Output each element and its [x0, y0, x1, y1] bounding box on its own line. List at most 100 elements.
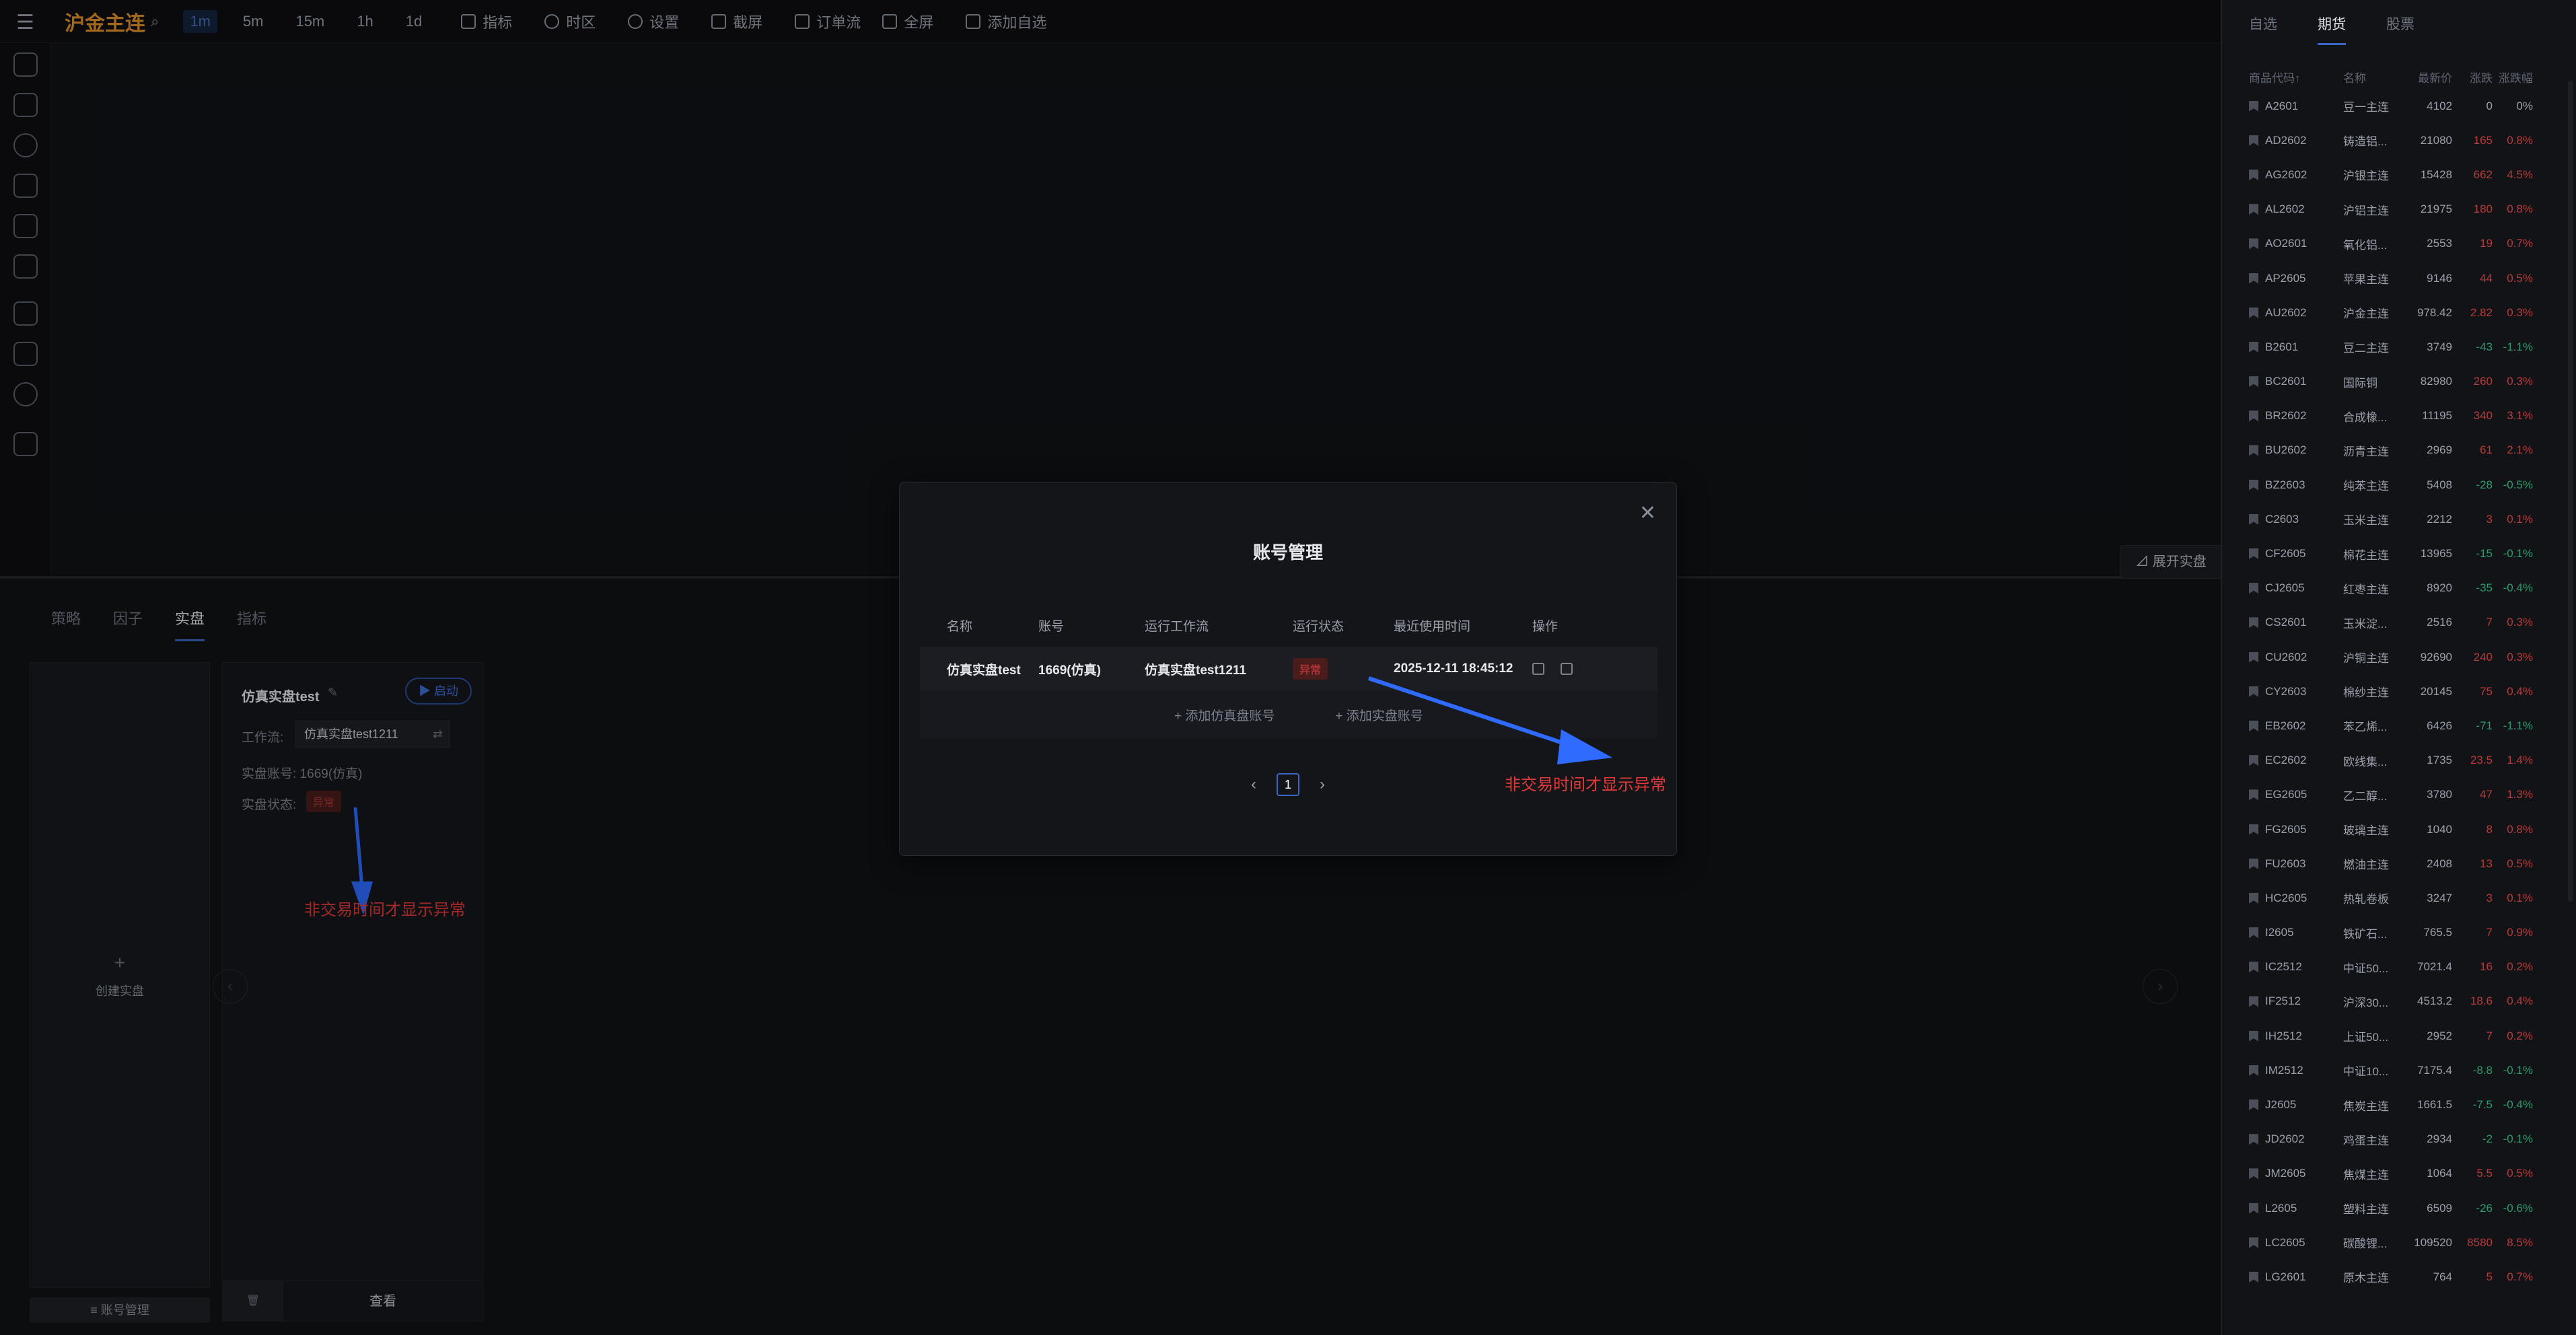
list-item[interactable]: BZ2603 纯苯主连 5408 -28 -0.5% [2249, 468, 2565, 502]
bookmark-icon[interactable] [2249, 1134, 2258, 1145]
close-icon[interactable]: ✕ [1639, 501, 1656, 525]
tab-stocks[interactable]: 股票 [2386, 13, 2414, 45]
list-item[interactable]: AD2602 铸造铝... 21080 165 0.8% [2249, 123, 2565, 157]
quote-last: 15428 [2420, 168, 2452, 181]
bookmark-icon[interactable] [2249, 927, 2258, 939]
header-last[interactable]: 最新价 [2405, 69, 2452, 85]
bookmark-icon[interactable] [2249, 824, 2258, 835]
list-item[interactable]: CU2602 沪铜主连 92690 240 0.3% [2249, 640, 2565, 674]
list-item[interactable]: LC2605 碳酸锂... 109520 8580 8.5% [2249, 1225, 2565, 1260]
bookmark-icon[interactable] [2249, 651, 2258, 663]
bookmark-icon[interactable] [2249, 238, 2258, 250]
quote-pct: 0.7% [2507, 237, 2533, 250]
bookmark-icon[interactable] [2249, 617, 2258, 628]
bookmark-icon[interactable] [2249, 1099, 2258, 1111]
bookmark-icon[interactable] [2249, 858, 2258, 869]
bookmark-icon[interactable] [2249, 1168, 2258, 1180]
list-item[interactable]: JM2605 焦煤主连 1064 5.5 0.5% [2249, 1157, 2565, 1191]
bookmark-icon[interactable] [2249, 273, 2258, 284]
quote-code: IH2512 [2265, 1029, 2302, 1042]
list-item[interactable]: IM2512 中证10... 7175.4 -8.8 -0.1% [2249, 1053, 2565, 1087]
list-item[interactable]: AL2602 沪铝主连 21975 180 0.8% [2249, 192, 2565, 227]
list-item[interactable]: AP2605 苹果主连 9146 44 0.5% [2249, 261, 2565, 295]
list-item[interactable]: IF2512 沪深30... 4513.2 18.6 0.4% [2249, 984, 2565, 1019]
bookmark-icon[interactable] [2249, 1030, 2258, 1042]
bookmark-icon[interactable] [2249, 479, 2258, 491]
list-item[interactable]: L2605 塑料主连 6509 -26 -0.6% [2249, 1191, 2565, 1225]
prev-page-icon[interactable]: ‹ [1251, 775, 1256, 794]
quote-name: 沪深30... [2343, 996, 2389, 1009]
bookmark-icon[interactable] [2249, 720, 2258, 731]
quote-code: LG2601 [2265, 1270, 2306, 1283]
list-item[interactable]: JD2602 鸡蛋主连 2934 -2 -0.1% [2249, 1122, 2565, 1157]
col-status: 运行状态 [1293, 619, 1345, 634]
bookmark-icon[interactable] [2249, 100, 2258, 112]
list-item[interactable]: EC2602 欧线集... 1735 23.5 1.4% [2249, 744, 2565, 778]
header-pct[interactable]: 涨跌幅 [2493, 69, 2533, 85]
list-item[interactable]: AU2602 沪金主连 978.42 2.82 0.3% [2249, 295, 2565, 330]
list-item[interactable]: CS2601 玉米淀... 2516 7 0.3% [2249, 606, 2565, 640]
bookmark-icon[interactable] [2249, 445, 2258, 456]
list-item[interactable]: BU2602 沥青主连 2969 61 2.1% [2249, 433, 2565, 468]
bookmark-icon[interactable] [2249, 1065, 2258, 1076]
bookmark-icon[interactable] [2249, 789, 2258, 801]
list-item[interactable]: B2601 豆二主连 3749 -43 -1.1% [2249, 330, 2565, 364]
list-item[interactable]: CF2605 棉花主连 13965 -15 -0.1% [2249, 536, 2565, 571]
list-item[interactable]: EB2602 苯乙烯... 6426 -71 -1.1% [2249, 709, 2565, 743]
header-code[interactable]: 商品代码↑ [2249, 69, 2343, 85]
list-item[interactable]: J2605 焦炭主连 1661.5 -7.5 -0.4% [2249, 1087, 2565, 1122]
bookmark-icon[interactable] [2249, 169, 2258, 180]
bookmark-icon[interactable] [2249, 341, 2258, 353]
list-item[interactable]: FG2605 玻璃主连 1040 8 0.8% [2249, 812, 2565, 846]
list-item[interactable]: IH2512 上证50... 2952 7 0.2% [2249, 1019, 2565, 1053]
bookmark-icon[interactable] [2249, 548, 2258, 560]
bookmark-icon[interactable] [2249, 1271, 2258, 1283]
quote-code: C2603 [2265, 512, 2299, 526]
list-item[interactable]: BR2602 合成橡... 11195 340 3.1% [2249, 399, 2565, 433]
quote-pct: -1.1% [2503, 340, 2533, 353]
list-item[interactable]: CJ2605 红枣主连 8920 -35 -0.4% [2249, 571, 2565, 606]
page-number[interactable]: 1 [1277, 773, 1299, 796]
quote-last: 1661.5 [2417, 1098, 2452, 1112]
bookmark-icon[interactable] [2249, 376, 2258, 388]
row-name: 仿真实盘test [947, 663, 1021, 678]
bookmark-icon[interactable] [2249, 1237, 2258, 1248]
quote-code: BC2601 [2265, 375, 2307, 388]
list-item[interactable]: LG2601 原木主连 764 5 0.7% [2249, 1260, 2565, 1294]
quote-name: 燃油主连 [2343, 859, 2389, 872]
quote-change: -28 [2476, 478, 2493, 491]
list-item[interactable]: IC2512 中证50... 7021.4 16 0.2% [2249, 950, 2565, 984]
scrollbar[interactable] [2568, 81, 2573, 902]
bookmark-icon[interactable] [2249, 583, 2258, 594]
list-item[interactable]: HC2605 热轧卷板 3247 3 0.1% [2249, 881, 2565, 915]
list-item[interactable]: FU2603 燃油主连 2408 13 0.5% [2249, 846, 2565, 881]
bookmark-icon[interactable] [2249, 686, 2258, 697]
quote-last: 21080 [2420, 133, 2452, 147]
header-change[interactable]: 涨跌 [2452, 69, 2493, 85]
bookmark-icon[interactable] [2249, 755, 2258, 766]
quote-last: 2408 [2427, 857, 2452, 870]
bookmark-icon[interactable] [2249, 892, 2258, 904]
bookmark-icon[interactable] [2249, 513, 2258, 525]
bookmark-icon[interactable] [2249, 1202, 2258, 1214]
quote-last: 82980 [2420, 375, 2452, 388]
tab-favorites[interactable]: 自选 [2249, 13, 2277, 45]
bookmark-icon[interactable] [2249, 135, 2258, 146]
quote-name: 棉花主连 [2343, 548, 2389, 562]
list-item[interactable]: BC2601 国际铜 82980 260 0.3% [2249, 365, 2565, 399]
next-page-icon[interactable]: › [1320, 775, 1325, 794]
list-item[interactable]: C2603 玉米主连 2212 3 0.1% [2249, 502, 2565, 536]
list-item[interactable]: AO2601 氧化铝... 2553 19 0.7% [2249, 227, 2565, 261]
tab-futures[interactable]: 期货 [2318, 13, 2346, 45]
list-item[interactable]: EG2605 乙二醇... 3780 47 1.3% [2249, 778, 2565, 812]
list-item[interactable]: I2605 铁矿石... 765.5 7 0.9% [2249, 916, 2565, 950]
list-item[interactable]: CY2603 棉纱主连 20145 75 0.4% [2249, 674, 2565, 709]
bookmark-icon[interactable] [2249, 962, 2258, 973]
list-item[interactable]: AG2602 沪银主连 15428 662 4.5% [2249, 157, 2565, 192]
list-item[interactable]: A2601 豆一主连 4102 0 0% [2249, 89, 2565, 123]
bookmark-icon[interactable] [2249, 996, 2258, 1007]
bookmark-icon[interactable] [2249, 307, 2258, 318]
add-sim-account-button[interactable]: + 添加仿真盘账号 [1174, 706, 1275, 724]
bookmark-icon[interactable] [2249, 410, 2258, 422]
bookmark-icon[interactable] [2249, 204, 2258, 215]
